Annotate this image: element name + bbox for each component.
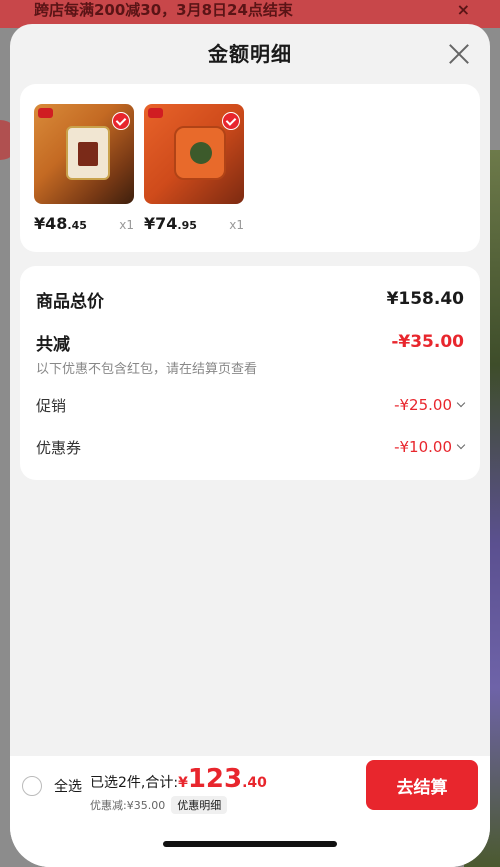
total-block: 已选2件,合计: ¥ 123 .40 优惠减:¥35.00 优惠明细 xyxy=(90,764,267,814)
reduce-row: 共减 -¥35.00 xyxy=(36,328,464,356)
total-row: 商品总价 ¥158.40 xyxy=(36,284,464,314)
checkout-button[interactable]: 去结算 xyxy=(366,760,478,810)
product-item[interactable]: ¥48.45 x1 xyxy=(34,104,134,252)
product-price-row: ¥74.95 x1 xyxy=(144,214,244,233)
promo-row[interactable]: 促销 -¥25.00 xyxy=(36,391,466,419)
discount-detail-button[interactable]: 优惠明细 xyxy=(171,796,228,814)
currency-symbol: ¥ xyxy=(178,775,188,791)
product-price: ¥48.45 xyxy=(34,214,87,233)
product-qty: x1 xyxy=(229,218,244,232)
sheet-title: 金额明细 xyxy=(208,42,292,66)
promo-amount: -¥25.00 xyxy=(394,396,466,414)
selected-count-text: 已选2件,合计: xyxy=(90,775,179,791)
home-indicator xyxy=(163,841,337,847)
checkout-bar: 全选 已选2件,合计: ¥ 123 .40 优惠减:¥35.00 优惠明细 去结… xyxy=(10,756,490,867)
chevron-down-icon[interactable] xyxy=(456,398,466,408)
reduce-note: 以下优惠不包含红包，请在结算页查看 xyxy=(36,362,258,377)
discount-line: 优惠减:¥35.00 优惠明细 xyxy=(90,796,267,814)
select-all-toggle[interactable]: 全选 xyxy=(22,776,82,796)
store-badge xyxy=(38,108,53,118)
product-image xyxy=(144,104,244,204)
discount-text: 优惠减:¥35.00 xyxy=(90,799,166,812)
coupon-row[interactable]: 优惠券 -¥10.00 xyxy=(36,433,466,461)
total-line: 已选2件,合计: ¥ 123 .40 xyxy=(90,764,267,794)
close-icon[interactable] xyxy=(448,43,470,65)
product-price-row: ¥48.45 x1 xyxy=(34,214,134,233)
coupon-label: 优惠券 xyxy=(36,438,82,457)
select-all-radio[interactable] xyxy=(22,776,42,796)
amount-detail-sheet: 金额明细 ¥48.45 x1 ¥74.95 x1 商品总价 ¥158.40 共减… xyxy=(10,24,490,867)
product-can xyxy=(174,126,226,180)
store-badge xyxy=(148,108,163,118)
check-icon[interactable] xyxy=(222,112,240,130)
coupon-amount: -¥10.00 xyxy=(394,438,466,456)
product-image xyxy=(34,104,134,204)
select-all-label: 全选 xyxy=(54,779,82,795)
product-can xyxy=(66,126,110,180)
total-label: 商品总价 xyxy=(36,291,104,312)
chevron-down-icon[interactable] xyxy=(456,440,466,450)
total-value: ¥158.40 xyxy=(386,289,464,309)
products-card: ¥48.45 x1 ¥74.95 x1 xyxy=(20,84,480,252)
total-integer: 123 xyxy=(187,764,243,794)
product-qty: x1 xyxy=(119,218,134,232)
reduce-value: -¥35.00 xyxy=(391,332,464,352)
promo-label: 促销 xyxy=(36,396,67,415)
total-decimal: .40 xyxy=(242,775,267,791)
product-price: ¥74.95 xyxy=(144,214,197,233)
product-item[interactable]: ¥74.95 x1 xyxy=(144,104,244,252)
check-icon[interactable] xyxy=(112,112,130,130)
reduce-label: 共减 xyxy=(36,334,70,355)
promo-banner-text: 跨店每满200减30，3月8日24点结束 xyxy=(34,1,293,19)
banner-close-icon: × xyxy=(456,0,470,19)
sheet-header: 金额明细 xyxy=(10,24,490,84)
summary-card: 商品总价 ¥158.40 共减 -¥35.00 以下优惠不包含红包，请在结算页查… xyxy=(20,266,480,480)
